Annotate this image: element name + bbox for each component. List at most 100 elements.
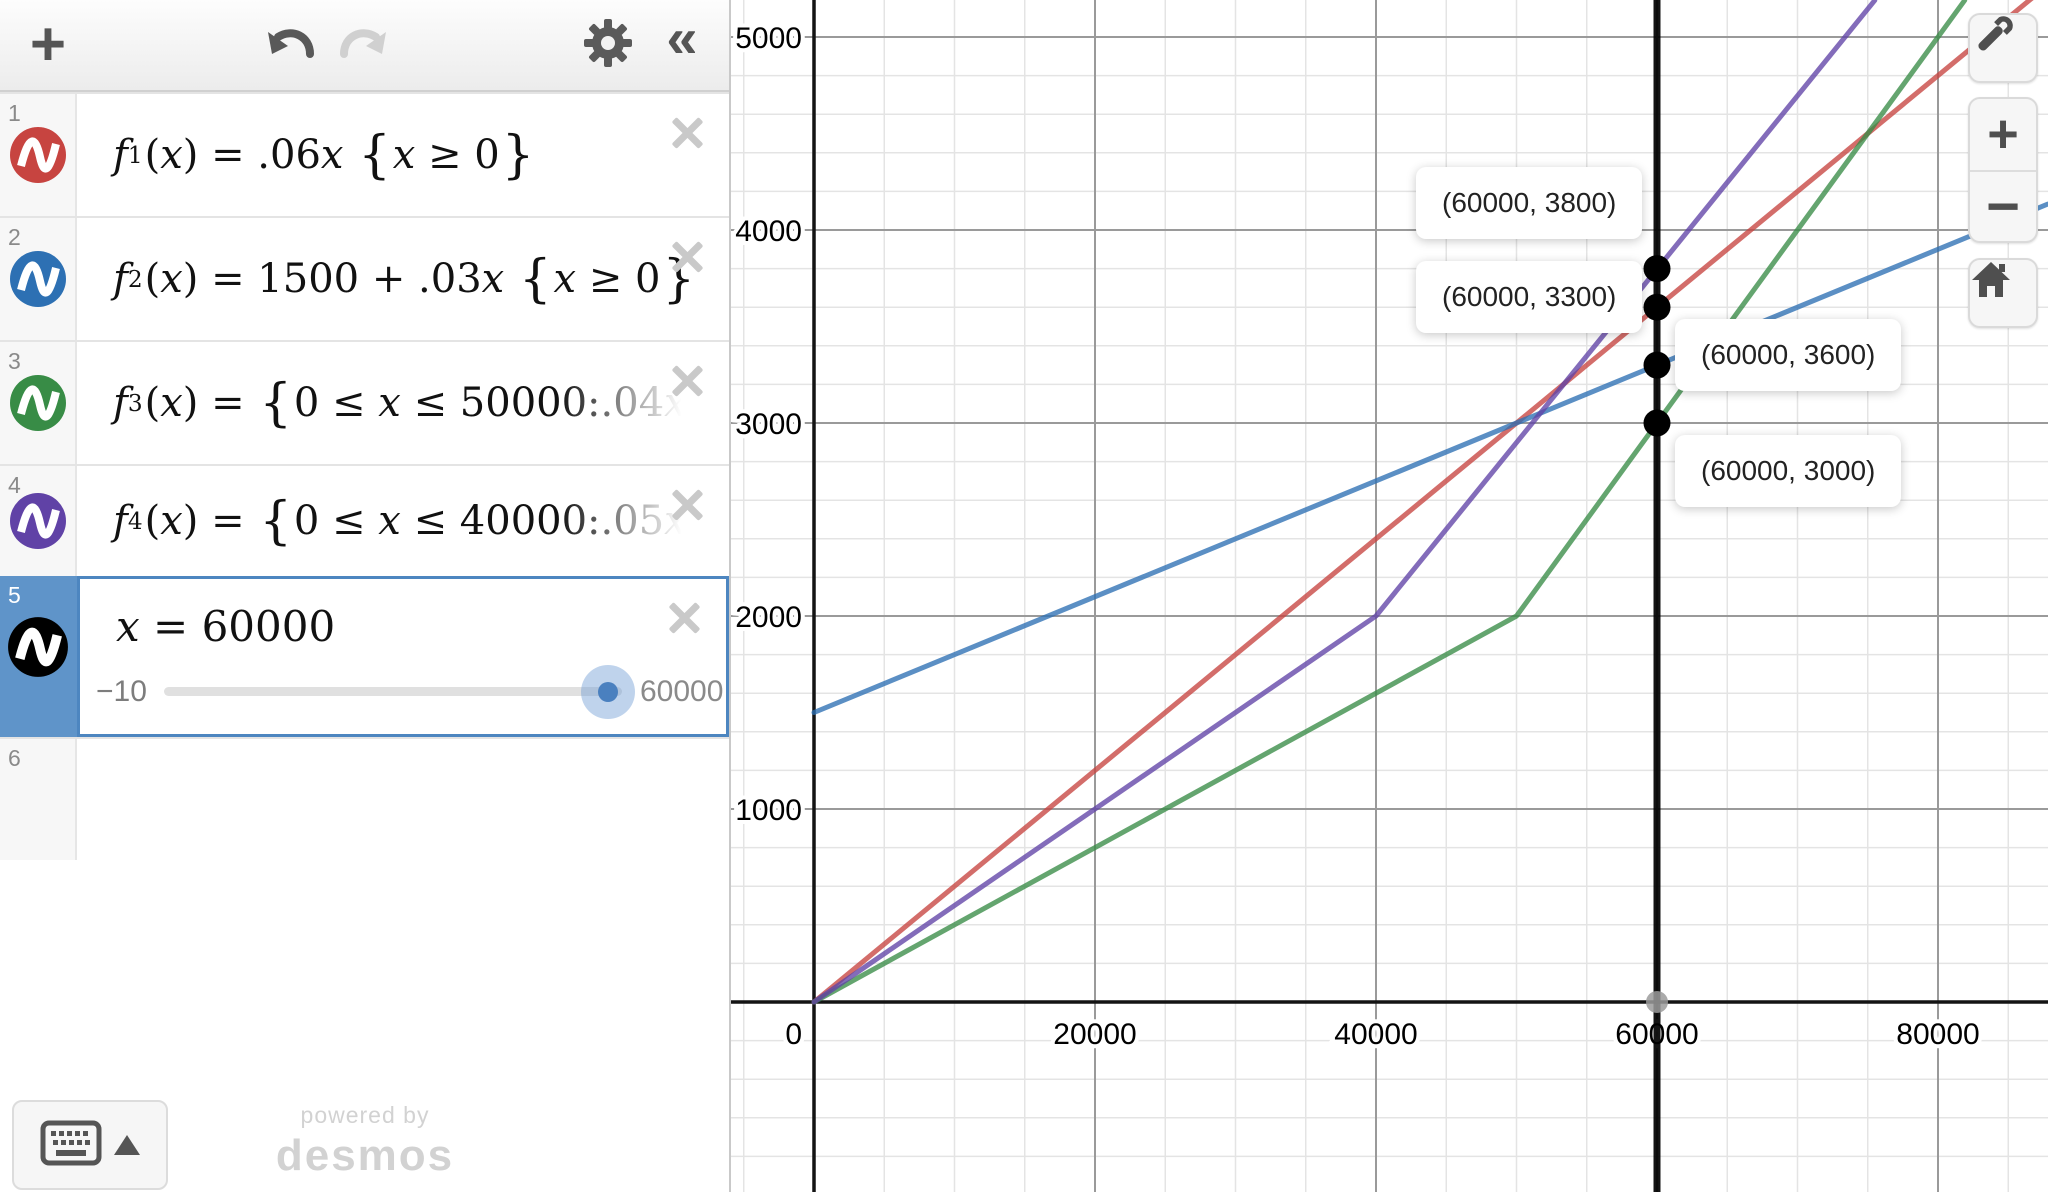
math-token: 2 <box>128 266 143 293</box>
point-label-60000-3300: (60000, 3300) <box>1416 261 1642 333</box>
expression-color-icon[interactable] <box>9 126 67 184</box>
math-token: ) = <box>183 380 258 426</box>
undo-icon <box>264 20 316 73</box>
expression-math[interactable]: x = 60000 <box>116 589 335 663</box>
math-token: x <box>160 380 183 426</box>
math-token: x <box>160 132 183 178</box>
svg-text:40000: 40000 <box>1334 1018 1417 1051</box>
expression-color-icon[interactable] <box>9 492 67 550</box>
math-token: 1 <box>128 142 143 169</box>
svg-text:2000: 2000 <box>735 601 802 634</box>
keyboard-icon <box>40 1120 102 1171</box>
show-keyboard-button[interactable] <box>12 1100 168 1190</box>
slider-min-label[interactable]: −10 <box>96 675 147 709</box>
close-expression-icon[interactable] <box>667 362 705 400</box>
math-token: x <box>160 256 183 302</box>
math-token: x <box>160 498 183 544</box>
row-number: 6 <box>8 745 21 772</box>
expression-sidebar: + <box>0 0 731 1192</box>
math-token: } <box>502 125 535 185</box>
redo-button[interactable] <box>336 20 392 72</box>
expression-row-2[interactable]: 2 f2(x) = 1500 + .03x {x ≥ 0} <box>0 216 729 340</box>
math-token: ≥ 0 <box>576 256 660 302</box>
collapse-panel-icon: « <box>666 5 697 70</box>
redo-icon <box>338 20 390 73</box>
row-number: 2 <box>8 224 21 251</box>
zoom-in-icon: + <box>1987 103 2019 165</box>
math-token: f <box>113 256 128 302</box>
math-token: x <box>378 380 401 426</box>
math-token: x <box>554 256 577 302</box>
undo-button[interactable] <box>262 20 318 72</box>
slider-track[interactable] <box>164 687 622 696</box>
math-token <box>504 256 517 302</box>
math-token: x <box>116 602 140 651</box>
point-label-60000-3800: (60000, 3800) <box>1416 167 1642 239</box>
math-token: ) = 1500 + .03 <box>183 256 482 302</box>
expression-math[interactable]: f2(x) = 1500 + .03x {x ≥ 0} <box>113 218 697 340</box>
row-gutter[interactable]: 1 <box>0 94 77 216</box>
math-token: 0 ≤ <box>294 498 378 544</box>
expression-content[interactable]: f1(x) = .06x {x ≥ 0} <box>77 94 729 216</box>
close-expression-icon[interactable] <box>667 486 705 524</box>
row-gutter[interactable]: 3 <box>0 342 77 464</box>
math-token: = 60000 <box>140 602 336 651</box>
zoom-out-button[interactable]: − <box>1970 170 2036 241</box>
expression-content[interactable]: x = 60000 −10 60000 <box>77 576 729 737</box>
expression-math[interactable]: f1(x) = .06x {x ≥ 0} <box>113 94 536 216</box>
plot-canvas[interactable]: 1000200030004000500002000040000600008000… <box>731 0 2048 1192</box>
default-viewport-home-button[interactable] <box>1968 258 2038 328</box>
zoom-in-button[interactable]: + <box>1970 99 2036 170</box>
sidebar-toolbar: + <box>0 0 729 92</box>
math-token: ≥ 0 <box>415 132 499 178</box>
slider-value-label[interactable]: 60000 <box>640 675 723 709</box>
expression-content[interactable]: f4(x) = {0 ≤ x ≤ 40000:.05x,.09 <box>77 466 729 576</box>
point-label-60000-3000: (60000, 3000) <box>1675 435 1901 507</box>
math-token: f <box>113 132 128 178</box>
expression-row-1[interactable]: 1 f1(x) = .06x {x ≥ 0} <box>0 92 729 216</box>
math-token: ( <box>145 380 161 426</box>
math-token: ) = <box>183 498 258 544</box>
graph-paper[interactable]: 1000200030004000500002000040000600008000… <box>731 0 2048 1192</box>
row-gutter[interactable]: 6 <box>0 739 77 860</box>
math-token: x <box>393 132 416 178</box>
desmos-app: + <box>0 0 2048 1192</box>
up-triangle-icon <box>114 1135 140 1155</box>
expression-row-4[interactable]: 4 f4(x) = {0 ≤ x ≤ 40000:.05x,.09 <box>0 464 729 576</box>
expression-content[interactable] <box>77 739 729 860</box>
math-token <box>343 132 356 178</box>
graph-settings-button[interactable] <box>580 17 636 73</box>
svg-text:1000: 1000 <box>735 794 802 827</box>
close-expression-icon[interactable] <box>667 114 705 152</box>
svg-text:5000: 5000 <box>735 22 802 55</box>
row-number: 3 <box>8 348 21 375</box>
expression-color-icon[interactable] <box>9 250 67 308</box>
expression-row-3[interactable]: 3 f3(x) = {0 ≤ x ≤ 50000:.04x,0.1 <box>0 340 729 464</box>
math-token: ( <box>145 498 161 544</box>
close-expression-icon[interactable] <box>664 599 702 637</box>
graph-settings-wrench-button[interactable] <box>1968 13 2038 83</box>
expression-color-icon[interactable] <box>9 374 67 432</box>
expression-content[interactable]: f2(x) = 1500 + .03x {x ≥ 0} <box>77 218 729 340</box>
expression-color-icon[interactable] <box>7 616 69 678</box>
expression-row-5-selected[interactable]: 5 x = 60000 −10 60000 <box>0 576 729 737</box>
math-token: { <box>358 125 391 185</box>
add-expression-button[interactable]: + <box>16 12 80 76</box>
row-gutter[interactable]: 4 <box>0 466 77 576</box>
math-token: { <box>259 373 292 433</box>
zoom-button-group: + − <box>1968 97 2038 243</box>
row-gutter[interactable]: 2 <box>0 218 77 340</box>
math-token: x <box>378 498 401 544</box>
expression-row-6-empty[interactable]: 6 <box>0 737 729 860</box>
math-token: f <box>113 498 128 544</box>
row-gutter[interactable]: 5 <box>0 576 77 737</box>
math-token: { <box>259 491 292 551</box>
point-label-60000-3600: (60000, 3600) <box>1675 319 1901 391</box>
slider-handle[interactable] <box>598 682 618 702</box>
settings-gear-icon <box>582 17 634 74</box>
math-token: f <box>113 380 128 426</box>
close-expression-icon[interactable] <box>667 238 705 276</box>
collapse-sidebar-button[interactable]: « <box>654 2 710 72</box>
row-number: 5 <box>8 582 21 609</box>
expression-content[interactable]: f3(x) = {0 ≤ x ≤ 50000:.04x,0.1 <box>77 342 729 464</box>
